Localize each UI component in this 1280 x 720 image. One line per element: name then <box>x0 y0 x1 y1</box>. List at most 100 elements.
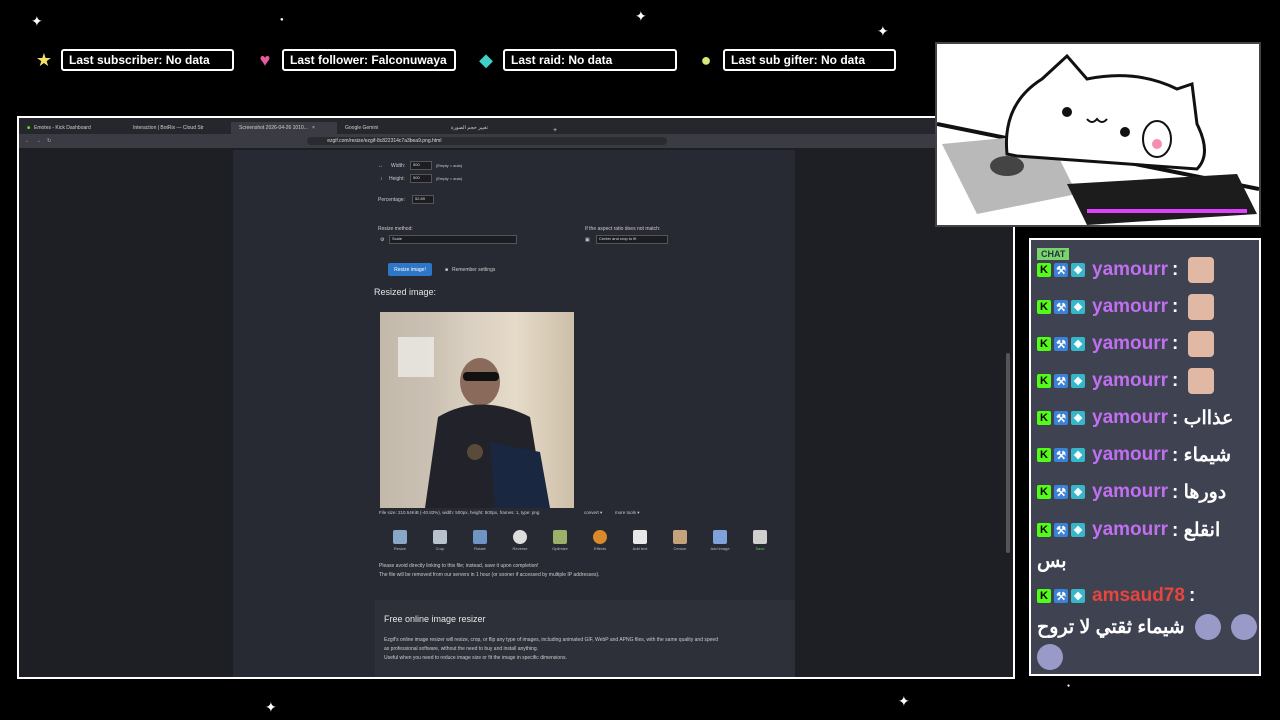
chat-message: K ⚒ ❖ yamourr : <box>1037 256 1257 284</box>
chat-text: : شيماء <box>1172 444 1232 466</box>
tool-badge-icon: ⚒ <box>1054 300 1068 314</box>
chat-username[interactable]: yamourr <box>1092 296 1168 318</box>
forward-icon[interactable]: → <box>36 138 41 144</box>
save-icon <box>753 530 767 544</box>
tool-badge-icon: ⚒ <box>1054 448 1068 462</box>
tab-bar: ■ Emotes - Kick Dashboard Interaction | B… <box>19 118 1013 134</box>
star-icon: ★ <box>35 49 53 70</box>
chat-username[interactable]: amsaud78 <box>1092 585 1185 607</box>
tool-label: Add text <box>632 546 648 551</box>
tool-effects[interactable]: Effects <box>587 530 613 551</box>
tab-screenshot[interactable]: Screenshot 2026-04-26 1010... × <box>231 122 337 134</box>
gift-badge-icon: ❖ <box>1071 337 1085 351</box>
chat-username[interactable]: yamourr <box>1092 259 1168 281</box>
width-hint: (Empty = auto) <box>436 163 463 168</box>
chat-username[interactable]: yamourr <box>1092 519 1168 541</box>
last-follower-alert: ♥ Last follower: Falconuwaya <box>254 49 456 71</box>
resize-method-select[interactable]: Scale <box>389 235 517 244</box>
percentage-input[interactable]: 52.89 <box>412 195 434 204</box>
chat-username[interactable]: yamourr <box>1092 407 1168 429</box>
close-tab-icon[interactable]: × <box>312 125 315 131</box>
reverse-icon <box>513 530 527 544</box>
chat-text: : دورها <box>1172 481 1227 503</box>
width-label: Width: <box>391 163 406 169</box>
height-input[interactable]: 500 <box>410 174 432 183</box>
tab-botrix[interactable]: Interaction | BotRix — Cloud Str <box>125 122 231 134</box>
remember-settings-checkbox[interactable]: ■ <box>445 267 448 273</box>
new-tab-icon[interactable]: + <box>553 127 557 134</box>
last-raid-alert: ◆ Last raid: No data <box>475 49 677 71</box>
chat-username[interactable]: yamourr <box>1092 444 1168 466</box>
crop-icon <box>433 530 447 544</box>
tool-badge-icon: ⚒ <box>1054 263 1068 277</box>
height-hint: (Empty = auto) <box>436 176 463 181</box>
section-text: as professional software, without the ne… <box>384 646 538 652</box>
rotate-icon <box>473 530 487 544</box>
tool-reverse[interactable]: Reverse <box>507 530 533 551</box>
convert-menu[interactable]: convert ▾ <box>584 510 602 516</box>
crop-icon: ▣ <box>585 237 590 243</box>
emote-icon <box>1188 294 1215 320</box>
back-icon[interactable]: ← <box>25 138 30 144</box>
effects-icon <box>593 530 607 544</box>
tool-badge-icon: ⚒ <box>1054 589 1068 603</box>
tool-crop[interactable]: Crop <box>427 530 453 551</box>
sparkle-icon: ✦ <box>635 8 647 24</box>
section-text: Useful when you need to reduce image siz… <box>384 655 567 661</box>
hotlink-notice: Please avoid directly linking to this fi… <box>379 563 539 569</box>
chat-message-continuation: شيماء ثقتي لا تروح <box>1037 613 1257 641</box>
scrollbar[interactable] <box>1006 353 1010 553</box>
chat-text: : انقلع <box>1172 519 1221 541</box>
kick-badge-icon: K <box>1037 300 1051 314</box>
sparkle-icon: ✦ <box>898 693 910 709</box>
tab-label: Screenshot 2026-04-26 1010... <box>239 125 308 131</box>
heart-icon: ♥ <box>259 49 271 70</box>
tool-badge-icon: ⚒ <box>1054 374 1068 388</box>
url-field[interactable]: ezgif.com/resize/ezgif-8c822314c7a3bea9.… <box>307 137 668 145</box>
last-follower-text: Last follower: Falconuwaya <box>282 49 456 71</box>
tool-censor[interactable]: Censor <box>667 530 693 551</box>
chat-message: K ⚒ ❖ yamourr : عذااب <box>1037 404 1257 432</box>
tool-label: Save <box>755 546 765 551</box>
height-label: Height: <box>389 176 405 182</box>
sparkle-icon: ✦ <box>877 23 889 39</box>
remember-settings-label: Remember settings <box>452 267 496 273</box>
reload-icon[interactable]: ↻ <box>47 138 51 144</box>
more-tools-menu[interactable]: more tools ▾ <box>615 510 640 516</box>
tool-label: Resize <box>393 546 407 551</box>
sparkle-icon: ✦ <box>265 699 277 715</box>
tool-label: Censor <box>673 546 687 551</box>
gift-badge-icon: ❖ <box>1071 411 1085 425</box>
chat-message: K ⚒ ❖ yamourr : شيماء <box>1037 441 1257 469</box>
last-subscriber-alert: ★ Last subscriber: No data <box>33 49 234 71</box>
optimize-icon <box>553 530 567 544</box>
tab-resize[interactable]: تغيير حجم الصورة <box>443 122 549 134</box>
gift-badge-icon: ❖ <box>1071 300 1085 314</box>
tool-label: Crop <box>435 546 445 551</box>
chat-message: K ⚒ ❖ amsaud78 : <box>1037 582 1257 610</box>
chat-message: K ⚒ ❖ yamourr : <box>1037 293 1257 321</box>
tool-add-image[interactable]: Add image <box>707 530 733 551</box>
tab-gemini[interactable]: Google Gemini <box>337 122 443 134</box>
tool-save[interactable]: Save <box>747 530 773 551</box>
tab-label: Emotes - Kick Dashboard <box>34 125 91 131</box>
width-input[interactable]: 500 <box>410 161 432 170</box>
resize-image-button[interactable]: Resize image! <box>388 263 432 276</box>
tool-rotate[interactable]: Rotate <box>467 530 493 551</box>
chat-username[interactable]: yamourr <box>1092 370 1168 392</box>
tool-optimize[interactable]: Optimize <box>547 530 573 551</box>
tool-resize[interactable]: Resize <box>387 530 413 551</box>
chat-message: K ⚒ ❖ yamourr : <box>1037 367 1257 395</box>
sparkle-icon: ● <box>280 17 284 23</box>
address-bar: ← → ↻ ezgif.com/resize/ezgif-8c822314c7a… <box>19 134 1013 148</box>
chat-username[interactable]: yamourr <box>1092 333 1168 355</box>
kick-badge-icon: K <box>1037 411 1051 425</box>
last-sub-gifter-text: Last sub gifter: No data <box>723 49 896 71</box>
aspect-ratio-select[interactable]: Center and crop to fit <box>596 235 668 244</box>
tool-add-text[interactable]: Add text <box>627 530 653 551</box>
kick-icon: ■ <box>27 125 31 131</box>
gift-badge-icon: ❖ <box>1071 589 1085 603</box>
tab-kick-dashboard[interactable]: ■ Emotes - Kick Dashboard <box>19 122 125 134</box>
chat-username[interactable]: yamourr <box>1092 481 1168 503</box>
gift-badge-icon: ❖ <box>1071 263 1085 277</box>
